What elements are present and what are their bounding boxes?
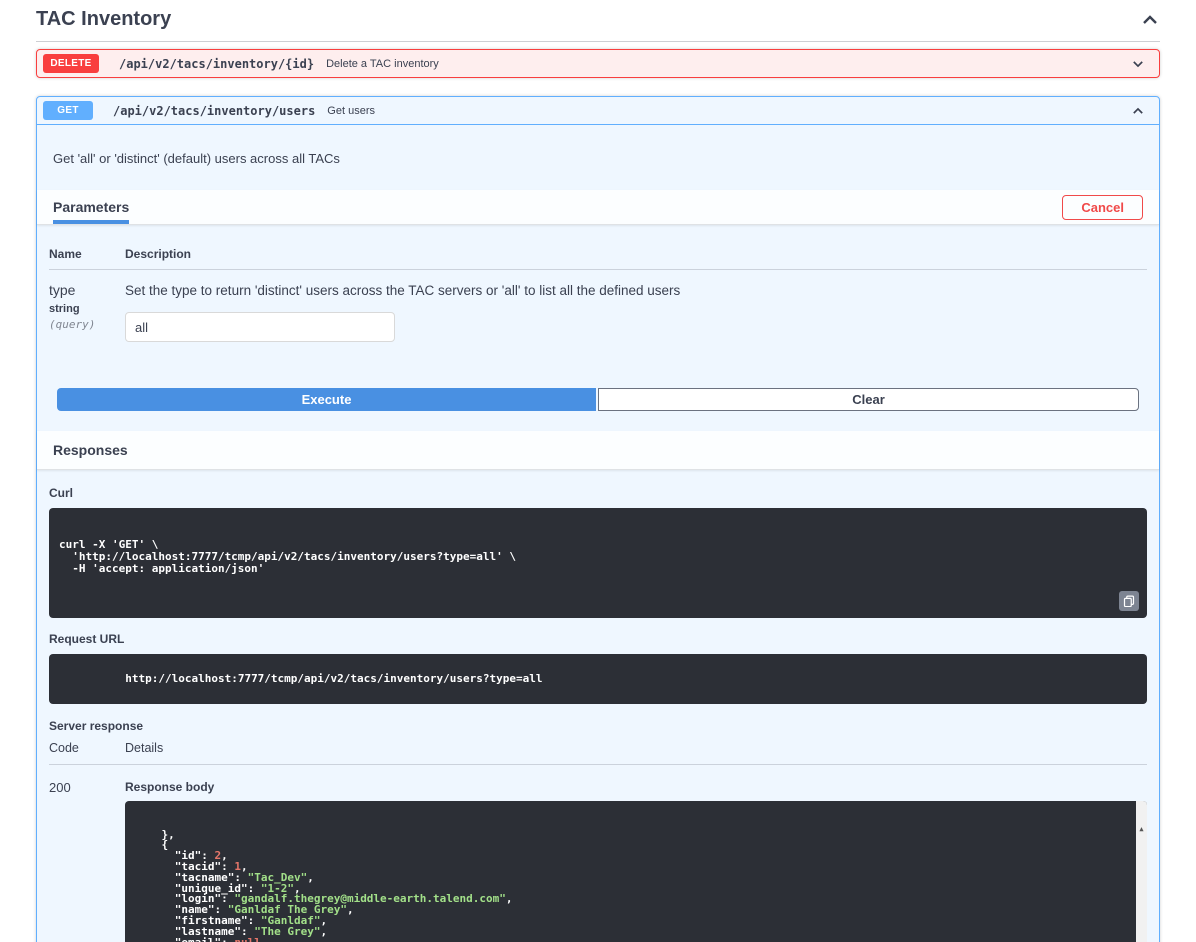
execute-button[interactable]: Execute xyxy=(57,388,596,411)
chevron-up-icon[interactable] xyxy=(1140,10,1160,30)
responses-title: Responses xyxy=(53,442,128,458)
get-endpoint-description: Get users xyxy=(327,105,375,117)
get-endpoint-body: Get 'all' or 'distinct' (default) users … xyxy=(37,125,1159,942)
operation-description: Get 'all' or 'distinct' (default) users … xyxy=(37,125,1159,190)
chevron-down-icon[interactable] xyxy=(1123,57,1153,71)
request-url-text: http://localhost:7777/tcmp/api/v2/tacs/i… xyxy=(125,672,542,685)
endpoint-get-inventory-users: GET /api/v2/tacs/inventory/users Get use… xyxy=(36,96,1160,942)
section-title: TAC Inventory xyxy=(36,8,171,31)
request-url-block: http://localhost:7777/tcmp/api/v2/tacs/i… xyxy=(49,654,1147,704)
response-body-text: }, { "id": 2, "tacid": 1, "tacname": "Ta… xyxy=(135,830,1127,942)
get-endpoint-path: /api/v2/tacs/inventory/users xyxy=(113,104,315,118)
parameters-table-header: Name Description xyxy=(49,247,1147,270)
parameter-location: (query) xyxy=(49,318,125,331)
column-header-description: Description xyxy=(125,247,1147,261)
status-code: 200 xyxy=(49,780,125,942)
type-parameter-input[interactable] xyxy=(125,312,395,342)
parameters-header-bar: Parameters Cancel xyxy=(37,190,1159,225)
get-endpoint-summary[interactable]: GET /api/v2/tacs/inventory/users Get use… xyxy=(37,97,1159,125)
response-table-header: Code Details xyxy=(49,741,1147,765)
tag-section-header[interactable]: TAC Inventory xyxy=(36,2,1160,42)
responses-content: Curl curl -X 'GET' \ 'http://localhost:7… xyxy=(37,470,1159,942)
delete-endpoint-description: Delete a TAC inventory xyxy=(326,58,439,70)
column-header-code: Code xyxy=(49,741,125,755)
curl-command-text: curl -X 'GET' \ 'http://localhost:7777/t… xyxy=(59,539,1137,575)
copy-icon[interactable] xyxy=(1119,591,1139,611)
delete-endpoint-summary[interactable]: DELETE /api/v2/tacs/inventory/{id} Delet… xyxy=(37,50,1159,77)
parameter-name: type xyxy=(49,282,125,298)
parameter-description: Set the type to return 'distinct' users … xyxy=(125,283,1147,298)
clear-button[interactable]: Clear xyxy=(598,388,1139,411)
parameter-row-type: type string (query) Set the type to retu… xyxy=(49,270,1147,342)
curl-command-block: curl -X 'GET' \ 'http://localhost:7777/t… xyxy=(49,508,1147,618)
parameters-table: Name Description type string (query) Set… xyxy=(37,225,1159,366)
tab-parameters[interactable]: Parameters xyxy=(53,190,129,224)
response-body-label: Response body xyxy=(125,780,1147,794)
responses-header-bar: Responses xyxy=(37,431,1159,470)
request-url-label: Request URL xyxy=(49,632,1147,646)
column-header-name: Name xyxy=(49,247,125,261)
column-header-details: Details xyxy=(125,741,1147,755)
swagger-page: TAC Inventory DELETE /api/v2/tacs/invent… xyxy=(0,0,1196,942)
cancel-button[interactable]: Cancel xyxy=(1062,195,1143,220)
get-method-badge: GET xyxy=(43,101,93,120)
parameter-type: string xyxy=(49,303,125,315)
scroll-up-arrow-icon[interactable]: ▲ xyxy=(1136,823,1147,835)
response-row-200: 200 Response body }, { "id": 2, "tacid":… xyxy=(49,765,1147,942)
chevron-up-icon[interactable] xyxy=(1123,104,1153,118)
endpoint-delete-tac-inventory: DELETE /api/v2/tacs/inventory/{id} Delet… xyxy=(36,49,1160,78)
delete-endpoint-path: /api/v2/tacs/inventory/{id} xyxy=(119,57,314,71)
server-response-label: Server response xyxy=(49,719,1147,733)
response-body-block: }, { "id": 2, "tacid": 1, "tacname": "Ta… xyxy=(125,801,1147,942)
delete-method-badge: DELETE xyxy=(43,54,99,73)
response-body-scrollbar[interactable]: ▲ xyxy=(1136,801,1147,942)
execute-button-group: Execute Clear xyxy=(37,366,1159,431)
curl-label: Curl xyxy=(49,486,1147,500)
